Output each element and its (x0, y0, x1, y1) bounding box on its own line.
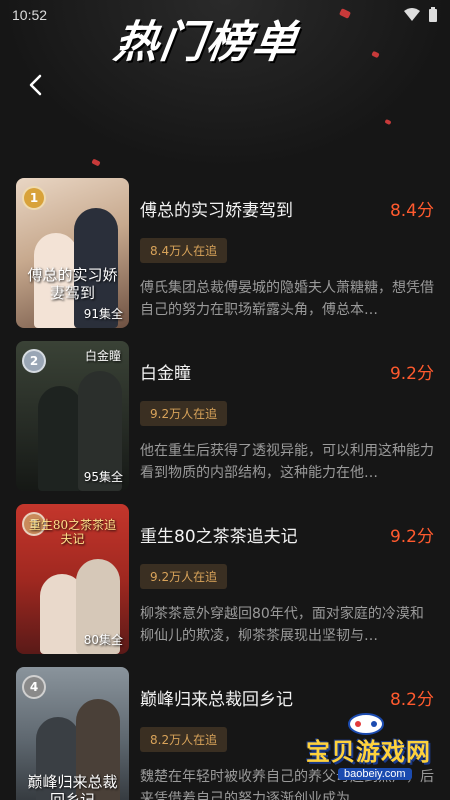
score: 9.2分 (389, 363, 434, 384)
cover-image[interactable]: 3 重生80之茶茶追夫记 80集全 (16, 504, 129, 654)
follow-count-badge: 8.2万人在追 (140, 727, 228, 752)
cover-image[interactable]: 4 巅峰归来总裁回乡记 (16, 667, 129, 800)
watermark-url: baobeiy.com (338, 768, 412, 780)
cover-image[interactable]: 1 傅总的实习娇妻驾到 91集全 (16, 178, 129, 328)
drama-title[interactable]: 重生80之茶茶追夫记 (140, 522, 298, 547)
score: 9.2分 (389, 526, 434, 547)
cover-title: 巅峰归来总裁回乡记 (27, 773, 118, 800)
confetti-decoration (91, 158, 101, 167)
drama-info: 重生80之茶茶追夫记 9.2分 9.2万人在追 柳茶茶意外穿越回80年代，面对家… (140, 504, 434, 654)
confetti-decoration (384, 118, 392, 126)
list-item[interactable]: 2 白金瞳 95集全 白金瞳 9.2分 9.2万人在追 他在重生后获得了透视异能… (0, 341, 450, 504)
watermark-text: 宝贝游戏网 (306, 738, 431, 766)
ranking-list: 1 傅总的实习娇妻驾到 91集全 傅总的实习娇妻驾到 8.4分 8.4万人在追 … (0, 178, 450, 800)
episode-count: 80集全 (83, 633, 123, 647)
cover-title: 傅总的实习娇妻驾到 (27, 266, 118, 302)
confetti-decoration (371, 50, 380, 59)
back-button[interactable] (20, 70, 50, 100)
cover-title: 白金瞳 (84, 349, 121, 363)
drama-title[interactable]: 白金瞳 (140, 359, 191, 384)
drama-info: 白金瞳 9.2分 9.2万人在追 他在重生后获得了透视异能，可以利用这种能力看到… (140, 341, 434, 491)
drama-description: 柳茶茶意外穿越回80年代，面对家庭的冷漠和柳仙儿的欺凌，柳茶茶展现出坚韧与… (140, 606, 424, 644)
cover-image[interactable]: 2 白金瞳 95集全 (16, 341, 129, 491)
rank-badge: 4 (22, 675, 46, 699)
episode-count: 95集全 (83, 470, 123, 484)
follow-count-badge: 9.2万人在追 (140, 401, 228, 426)
wifi-icon (404, 8, 420, 21)
list-item[interactable]: 3 重生80之茶茶追夫记 80集全 重生80之茶茶追夫记 9.2分 9.2万人在… (0, 504, 450, 667)
chevron-left-icon (29, 74, 42, 96)
rank-badge: 1 (22, 186, 46, 210)
drama-title[interactable]: 巅峰归来总裁回乡记 (140, 685, 293, 710)
status-icons (404, 7, 438, 23)
rank-badge: 2 (22, 349, 46, 373)
drama-description: 傅氏集团总裁傅晏城的隐婚夫人萧糖糖，想凭借自己的努力在职场崭露头角，傅总本… (140, 280, 434, 318)
score: 8.2分 (389, 689, 434, 710)
drama-info: 傅总的实习娇妻驾到 8.4分 8.4万人在追 傅氏集团总裁傅晏城的隐婚夫人萧糖糖… (140, 178, 434, 328)
episode-count: 91集全 (83, 307, 123, 321)
score: 8.4分 (389, 200, 434, 221)
drama-title[interactable]: 傅总的实习娇妻驾到 (140, 196, 293, 221)
status-time: 10:52 (12, 7, 48, 23)
drama-description: 他在重生后获得了透视异能，可以利用这种能力看到物质的内部结构，这种能力在他… (140, 443, 434, 481)
battery-icon (429, 7, 437, 22)
list-item[interactable]: 1 傅总的实习娇妻驾到 91集全 傅总的实习娇妻驾到 8.4分 8.4万人在追 … (0, 178, 450, 341)
follow-count-badge: 9.2万人在追 (140, 564, 228, 589)
watermark-logo: 宝贝游戏网 baobeiy.com (298, 710, 438, 790)
cover-title: 重生80之茶茶追夫记 (28, 518, 117, 547)
follow-count-badge: 8.4万人在追 (140, 238, 228, 263)
status-bar: 10:52 (0, 0, 450, 30)
